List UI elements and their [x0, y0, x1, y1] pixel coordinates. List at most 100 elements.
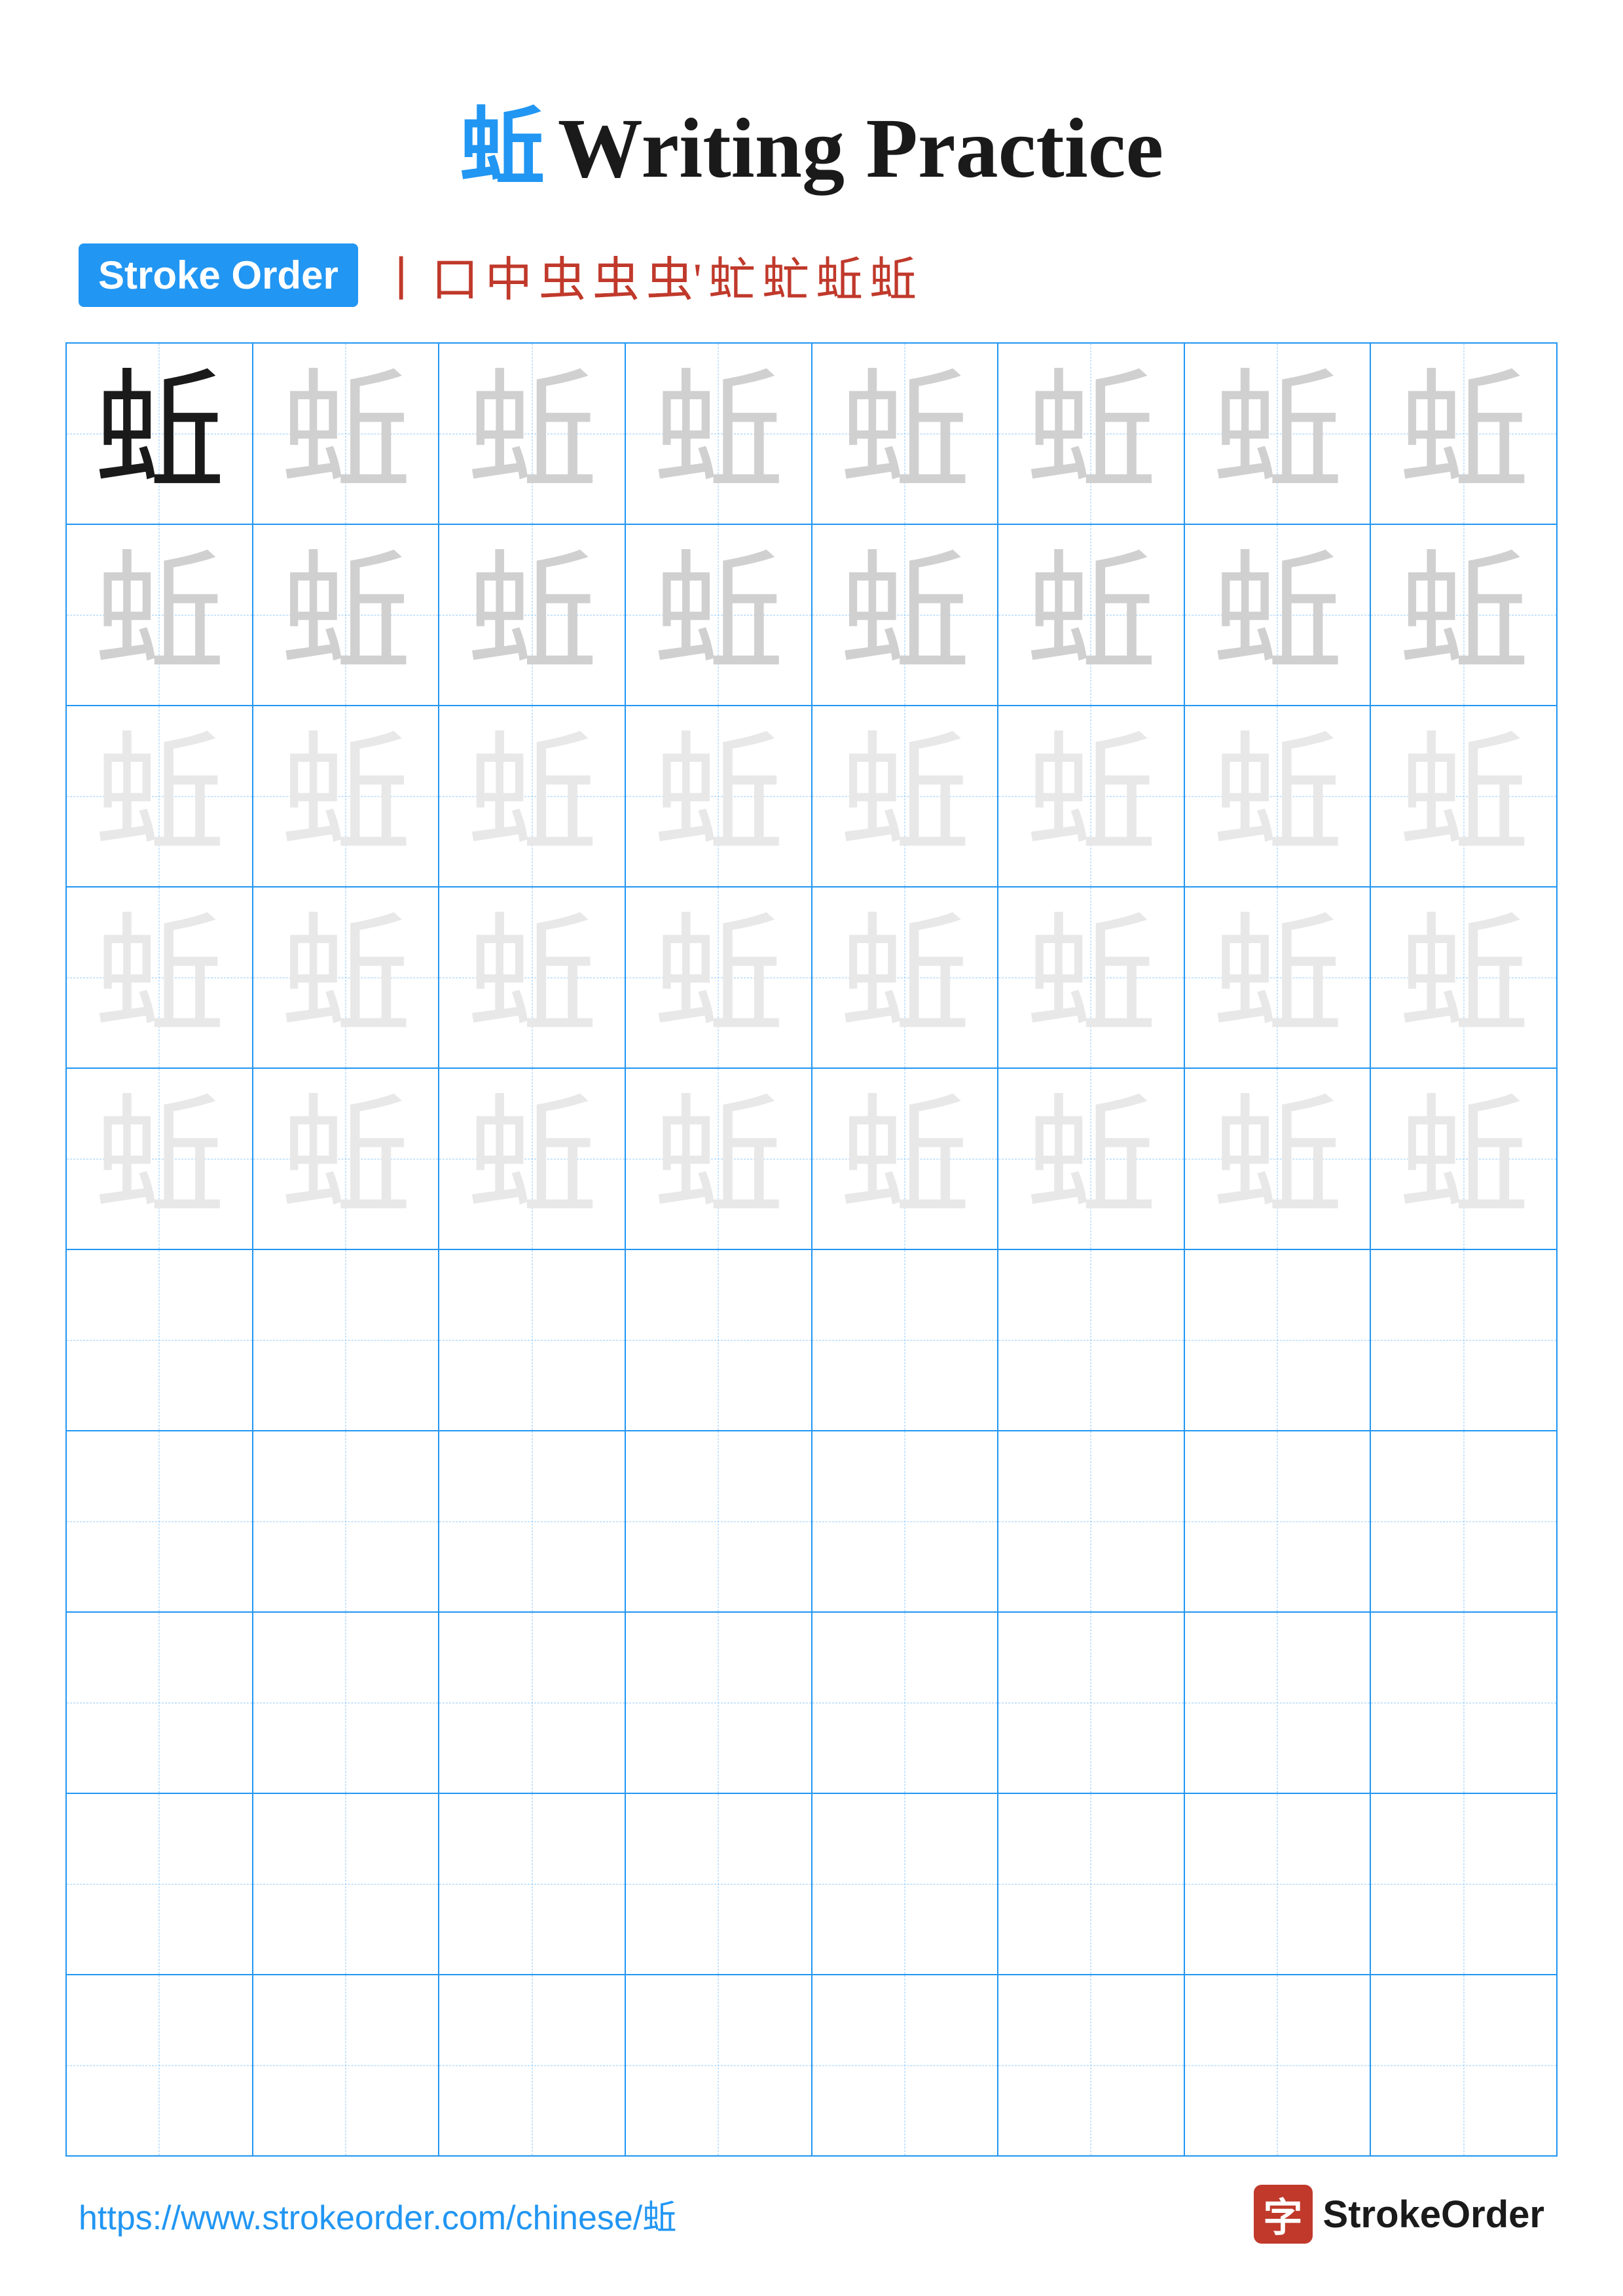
grid-cell[interactable]: 蚯 — [1184, 1068, 1371, 1249]
grid-cell[interactable]: 蚯 — [625, 887, 812, 1068]
char-display: 蚯 — [1398, 1086, 1529, 1231]
char-display: 蚯 — [653, 724, 784, 869]
grid-cell[interactable]: 蚯 — [1184, 343, 1371, 524]
grid-cell[interactable]: 蚯 — [66, 706, 253, 887]
grid-cell[interactable] — [1370, 1793, 1557, 1975]
table-row — [66, 1249, 1557, 1431]
grid-cell[interactable]: 蚯 — [625, 1068, 812, 1249]
grid-cell[interactable] — [66, 1975, 253, 2156]
grid-cell[interactable] — [998, 1431, 1184, 1612]
practice-grid-container: 蚯 蚯 蚯 蚯 蚯 蚯 蚯 蚯 蚯 蚯 蚯 蚯 蚯 蚯 蚯 蚯 蚯 蚯 蚯 蚯 … — [0, 342, 1623, 2157]
grid-cell[interactable] — [1370, 1249, 1557, 1431]
grid-cell[interactable]: 蚯 — [625, 343, 812, 524]
grid-cell[interactable]: 蚯 — [1184, 524, 1371, 706]
grid-cell[interactable]: 蚯 — [253, 343, 439, 524]
grid-cell[interactable] — [812, 1975, 998, 2156]
grid-cell[interactable] — [66, 1249, 253, 1431]
grid-cell[interactable]: 蚯 — [253, 706, 439, 887]
grid-cell[interactable] — [812, 1793, 998, 1975]
grid-cell[interactable]: 蚯 — [812, 343, 998, 524]
grid-cell[interactable] — [1184, 1431, 1371, 1612]
grid-cell[interactable]: 蚯 — [439, 706, 625, 887]
grid-cell[interactable] — [439, 1793, 625, 1975]
grid-cell[interactable] — [253, 1612, 439, 1793]
grid-cell[interactable]: 蚯 — [625, 524, 812, 706]
grid-cell[interactable] — [439, 1249, 625, 1431]
grid-cell[interactable]: 蚯 — [439, 524, 625, 706]
grid-cell[interactable] — [625, 1793, 812, 1975]
table-row — [66, 1975, 1557, 2156]
grid-cell[interactable] — [625, 1249, 812, 1431]
grid-cell[interactable] — [998, 1975, 1184, 2156]
table-row: 蚯 蚯 蚯 蚯 蚯 蚯 蚯 蚯 — [66, 524, 1557, 706]
grid-cell[interactable] — [253, 1431, 439, 1612]
grid-cell[interactable]: 蚯 — [1370, 887, 1557, 1068]
stroke-sequence: 丨 口 中 虫 虫 虫' 虻 虻 蚯 蚯 — [378, 241, 917, 310]
grid-cell[interactable] — [253, 1249, 439, 1431]
grid-cell[interactable]: 蚯 — [812, 524, 998, 706]
grid-cell[interactable]: 蚯 — [812, 1068, 998, 1249]
grid-cell[interactable]: 蚯 — [625, 706, 812, 887]
grid-cell[interactable] — [998, 1612, 1184, 1793]
grid-cell[interactable]: 蚯 — [66, 343, 253, 524]
grid-cell[interactable] — [812, 1249, 998, 1431]
grid-cell[interactable]: 蚯 — [998, 706, 1184, 887]
char-display: 蚯 — [1212, 905, 1343, 1050]
grid-cell[interactable] — [439, 1612, 625, 1793]
grid-cell[interactable] — [812, 1612, 998, 1793]
grid-cell[interactable]: 蚯 — [812, 887, 998, 1068]
grid-cell[interactable] — [253, 1975, 439, 2156]
grid-cell[interactable] — [1184, 1249, 1371, 1431]
grid-cell[interactable] — [1370, 1612, 1557, 1793]
grid-cell[interactable]: 蚯 — [812, 706, 998, 887]
grid-cell[interactable]: 蚯 — [998, 343, 1184, 524]
char-display: 蚯 — [280, 543, 411, 687]
grid-cell[interactable]: 蚯 — [1184, 887, 1371, 1068]
grid-cell[interactable]: 蚯 — [253, 887, 439, 1068]
grid-cell[interactable]: 蚯 — [253, 524, 439, 706]
stroke-9: 蚯 — [816, 241, 863, 310]
char-display: 蚯 — [839, 361, 970, 506]
grid-cell[interactable] — [439, 1431, 625, 1612]
grid-cell[interactable]: 蚯 — [66, 524, 253, 706]
char-display: 蚯 — [1398, 724, 1529, 869]
char-display: 蚯 — [1025, 724, 1156, 869]
grid-cell[interactable] — [1370, 1431, 1557, 1612]
grid-cell[interactable]: 蚯 — [439, 1068, 625, 1249]
grid-cell[interactable]: 蚯 — [998, 887, 1184, 1068]
grid-cell[interactable]: 蚯 — [439, 887, 625, 1068]
grid-cell[interactable] — [812, 1431, 998, 1612]
stroke-1: 丨 — [378, 241, 425, 310]
grid-cell[interactable] — [625, 1431, 812, 1612]
grid-cell[interactable]: 蚯 — [1184, 706, 1371, 887]
grid-cell[interactable] — [1370, 1975, 1557, 2156]
grid-cell[interactable] — [1184, 1793, 1371, 1975]
grid-cell[interactable] — [66, 1431, 253, 1612]
grid-cell[interactable]: 蚯 — [66, 887, 253, 1068]
grid-cell[interactable] — [625, 1975, 812, 2156]
grid-cell[interactable] — [998, 1249, 1184, 1431]
grid-cell[interactable]: 蚯 — [998, 524, 1184, 706]
title-text: Writing Practice — [558, 101, 1163, 196]
grid-cell[interactable]: 蚯 — [1370, 343, 1557, 524]
table-row — [66, 1612, 1557, 1793]
char-display: 蚯 — [1398, 361, 1529, 506]
grid-cell[interactable]: 蚯 — [66, 1068, 253, 1249]
grid-cell[interactable] — [66, 1793, 253, 1975]
grid-cell[interactable]: 蚯 — [253, 1068, 439, 1249]
grid-cell[interactable] — [253, 1793, 439, 1975]
grid-cell[interactable]: 蚯 — [1370, 524, 1557, 706]
grid-cell[interactable] — [1184, 1975, 1371, 2156]
grid-cell[interactable] — [439, 1975, 625, 2156]
stroke-2: 口 — [431, 241, 479, 310]
grid-cell[interactable]: 蚯 — [1370, 1068, 1557, 1249]
grid-cell[interactable]: 蚯 — [1370, 706, 1557, 887]
grid-cell[interactable]: 蚯 — [998, 1068, 1184, 1249]
grid-cell[interactable] — [625, 1612, 812, 1793]
grid-cell[interactable] — [1184, 1612, 1371, 1793]
char-display: 蚯 — [1212, 543, 1343, 687]
char-display: 蚯 — [1212, 724, 1343, 869]
grid-cell[interactable]: 蚯 — [439, 343, 625, 524]
grid-cell[interactable] — [998, 1793, 1184, 1975]
grid-cell[interactable] — [66, 1612, 253, 1793]
